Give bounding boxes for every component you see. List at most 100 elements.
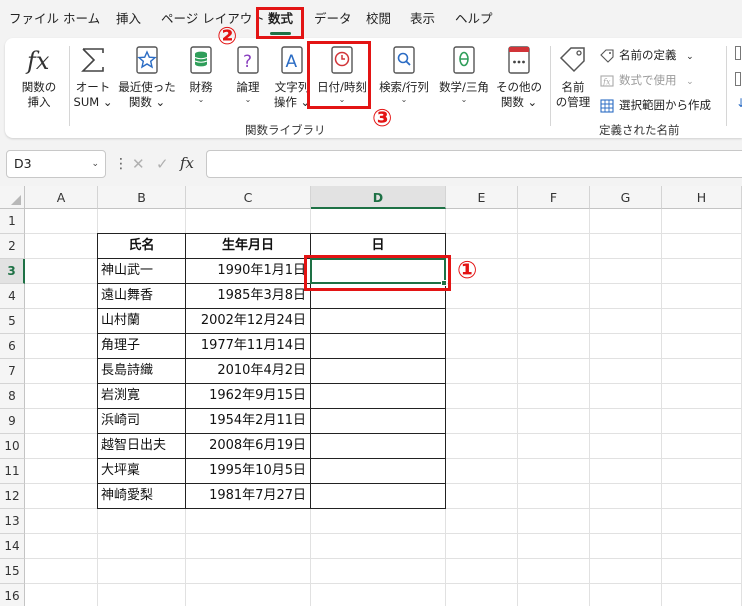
svg-text:A: A [286, 52, 298, 72]
birth-cell[interactable]: 1995年10月5日 [186, 459, 310, 484]
name-cell[interactable]: 神山武一 [98, 259, 185, 284]
column-header-h[interactable]: H [662, 186, 742, 209]
row-header-12[interactable]: 12 [0, 484, 25, 509]
math-trig-button[interactable]: 数学/三角 ⌄ [435, 44, 493, 105]
ribbon-separator [550, 46, 551, 126]
formula-input[interactable] [206, 150, 742, 178]
column-header-f[interactable]: F [518, 186, 590, 209]
lookup-button[interactable]: 検索/行列 ⌄ [375, 44, 433, 105]
insert-function-fx-icon[interactable]: fx [180, 153, 194, 173]
math-trig-label: 数学/三角 [439, 80, 489, 94]
birth-cell[interactable]: 1990年1月1日 [186, 259, 310, 284]
row-header-8[interactable]: 8 [0, 384, 25, 409]
row-header-15[interactable]: 15 [0, 559, 25, 584]
tab-data[interactable]: データ [314, 9, 352, 29]
gridline [25, 533, 742, 534]
ribbon-separator [726, 46, 727, 126]
tab-home[interactable]: ホーム [63, 9, 100, 29]
column-header-c[interactable]: C [186, 186, 311, 209]
more-functions-button[interactable]: その他の 関数 ⌄ [495, 44, 543, 110]
name-manager-button[interactable]: 名前 の管理 [553, 44, 593, 110]
insert-function-button[interactable]: fx 関数の 挿入 [17, 44, 61, 110]
birth-cell[interactable]: 2002年12月24日 [186, 309, 310, 334]
row-header-16[interactable]: 16 [0, 584, 25, 606]
birth-cell[interactable]: 1962年9月15日 [186, 384, 310, 409]
name-cell[interactable]: 浜崎司 [98, 409, 185, 434]
autosum-label-2: SUM ⌄ [73, 95, 113, 109]
annotation-box-formulas-tab [256, 7, 304, 39]
chevron-down-icon[interactable]: ⌄ [91, 151, 99, 177]
row-header-7[interactable]: 7 [0, 359, 25, 384]
name-cell[interactable]: 山村蘭 [98, 309, 185, 334]
name-cell[interactable]: 角理子 [98, 334, 185, 359]
header-cell-name[interactable]: 氏名 [98, 234, 185, 259]
birth-cell[interactable]: 1985年3月8日 [186, 284, 310, 309]
column-header-a[interactable]: A [25, 186, 98, 209]
financial-label: 財務 [189, 80, 213, 94]
name-cell[interactable]: 神崎愛梨 [98, 484, 185, 509]
header-cell-birth[interactable]: 生年月日 [186, 234, 310, 259]
birth-cell[interactable]: 1954年2月11日 [186, 409, 310, 434]
row-header-6[interactable]: 6 [0, 334, 25, 359]
enter-check-icon[interactable]: ✓ [156, 154, 169, 174]
name-manager-label: 名前 [561, 80, 585, 94]
tag-small-icon [600, 48, 614, 63]
birth-cell[interactable]: 1981年7月27日 [186, 484, 310, 509]
name-cell[interactable]: 大坪稟 [98, 459, 185, 484]
column-header-g[interactable]: G [590, 186, 662, 209]
select-all-button[interactable] [0, 186, 25, 209]
tab-page-layout[interactable]: ページ レイアウト [161, 9, 265, 29]
trace-icon[interactable] [735, 72, 741, 86]
defined-names-group-label: 定義された名前 [599, 123, 680, 137]
birth-cell[interactable]: 1977年11月14日 [186, 334, 310, 359]
tag-icon [559, 47, 585, 73]
row-header-9[interactable]: 9 [0, 409, 25, 434]
name-cell[interactable]: 岩渕寛 [98, 384, 185, 409]
birth-cell[interactable]: 2008年6月19日 [186, 434, 310, 459]
chevron-down-icon: ⌄ [197, 95, 205, 104]
tab-file[interactable]: ファイル [9, 9, 59, 29]
tab-insert[interactable]: 挿入 [116, 9, 141, 29]
function-library-group-label: 関数ライブラリ [245, 123, 326, 137]
cancel-icon[interactable]: ✕ [132, 154, 145, 174]
text-functions-label-2: 操作 ⌄ [273, 95, 311, 109]
row-header-10[interactable]: 10 [0, 434, 25, 459]
chevron-down-icon: ⌄ [460, 95, 468, 104]
insert-function-label: 関数の [21, 80, 57, 94]
row-header-2[interactable]: 2 [0, 234, 25, 259]
financial-button[interactable]: 財務 ⌄ [180, 44, 222, 105]
row-header-3[interactable]: 3 [0, 259, 25, 284]
use-in-formula-button[interactable]: fx 数式で使用 ⌄ [599, 71, 694, 89]
text-a-icon: A [281, 46, 303, 74]
name-cell[interactable]: 越智日出夫 [98, 434, 185, 459]
row-header-13[interactable]: 13 [0, 509, 25, 534]
row-header-4[interactable]: 4 [0, 284, 25, 309]
worksheet-grid[interactable]: A B C D E F G H 1 2 3 4 5 6 7 8 9 10 11 … [0, 186, 742, 606]
create-from-selection-label: 選択範囲から作成 [619, 98, 711, 112]
logical-label: 論理 [236, 80, 260, 94]
arrow-down-icon[interactable]: ↓ [736, 96, 742, 110]
column-header-e[interactable]: E [446, 186, 518, 209]
name-cell[interactable]: 長島詩織 [98, 359, 185, 384]
birth-cell[interactable]: 2010年4月2日 [186, 359, 310, 384]
trace-icon[interactable] [735, 46, 741, 60]
create-from-selection-button[interactable]: 選択範囲から作成 [599, 96, 711, 114]
tab-view[interactable]: 表示 [410, 9, 435, 29]
name-box[interactable]: D3 ⌄ [6, 150, 106, 178]
define-name-button[interactable]: 名前の定義 ⌄ [599, 46, 694, 64]
tab-help[interactable]: ヘルプ [455, 9, 493, 29]
row-header-1[interactable]: 1 [0, 209, 25, 234]
row-header-5[interactable]: 5 [0, 309, 25, 334]
tab-review[interactable]: 校閲 [366, 9, 391, 29]
name-cell[interactable]: 遠山舞香 [98, 284, 185, 309]
row-header-11[interactable]: 11 [0, 459, 25, 484]
logical-button[interactable]: ? 論理 ⌄ [227, 44, 269, 105]
recently-used-button[interactable]: 最近使った 関数 ⌄ [118, 44, 176, 110]
more-options-icon[interactable]: ⋮ [114, 154, 128, 174]
row-header-14[interactable]: 14 [0, 534, 25, 559]
column-header-d[interactable]: D [311, 186, 446, 209]
autosum-button[interactable]: オート SUM ⌄ [71, 44, 115, 110]
annotation-box-datetime [307, 41, 371, 109]
column-header-b[interactable]: B [98, 186, 186, 209]
more-functions-label: その他の [496, 80, 542, 94]
